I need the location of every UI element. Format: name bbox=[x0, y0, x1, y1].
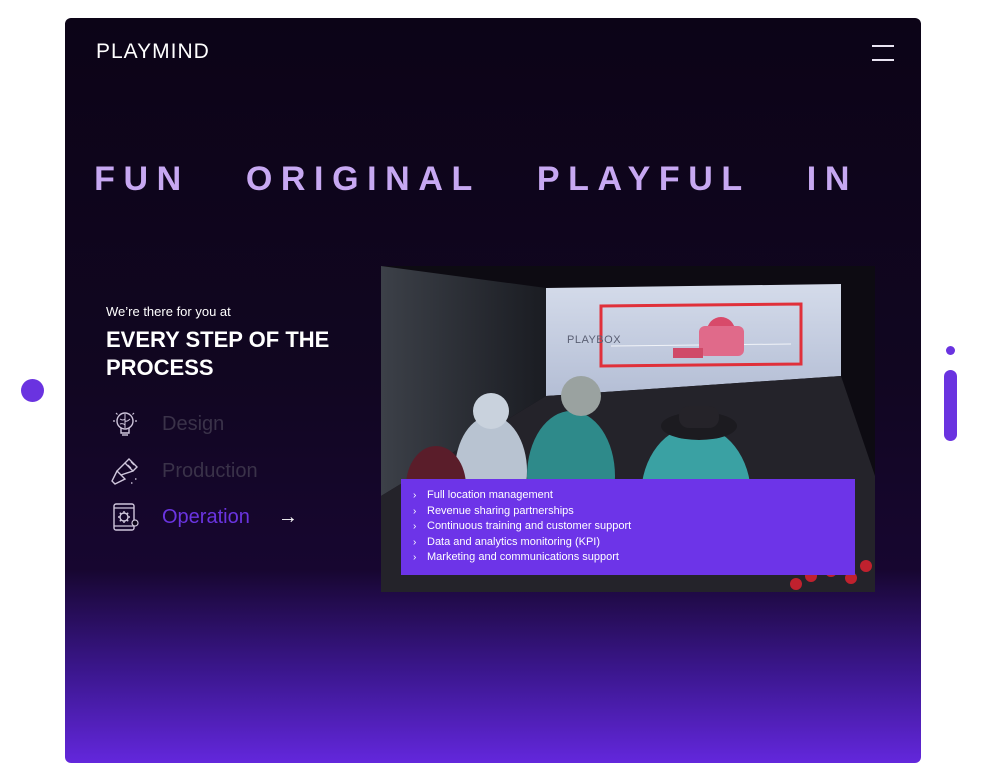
pagination-active-indicator[interactable] bbox=[944, 370, 957, 441]
playbox-photo: PLAYBOX › Full location management › Reven… bbox=[381, 266, 875, 592]
marquee-word: ORIGINAL bbox=[245, 160, 481, 198]
pagination-dot[interactable] bbox=[946, 346, 955, 355]
tablet-gear-icon bbox=[113, 503, 139, 531]
playbox-logo-text: PLAYBOX bbox=[567, 334, 622, 346]
process-heading: EVERY STEP OF THE PROCESS bbox=[106, 327, 330, 380]
hamburger-menu-icon[interactable] bbox=[872, 45, 894, 62]
step-label: Production bbox=[162, 459, 258, 482]
step-operation[interactable]: Operation → bbox=[109, 500, 319, 534]
marquee-word: FUN bbox=[94, 160, 190, 198]
service-item: › Revenue sharing partnerships bbox=[413, 504, 574, 517]
step-production[interactable]: Production bbox=[109, 454, 319, 488]
service-item: › Full location management bbox=[413, 489, 553, 501]
service-item: › Data and analytics monitoring (KPI) bbox=[413, 535, 601, 548]
step-label: Design bbox=[162, 412, 225, 435]
service-item: › Continuous training and customer suppor… bbox=[413, 520, 632, 532]
arrow-right-icon[interactable]: → bbox=[278, 506, 298, 529]
brain-bulb-icon bbox=[113, 412, 137, 436]
site-logo[interactable]: PLAYMIND bbox=[96, 40, 210, 64]
step-design[interactable]: Design bbox=[109, 407, 319, 441]
carousel-prev-dot[interactable] bbox=[21, 379, 44, 402]
hero-section: PLAYMIND G FUN ORIGINAL PLAYFUL IN We’re… bbox=[65, 18, 921, 763]
marquee-banner: G FUN ORIGINAL PLAYFUL IN bbox=[65, 160, 921, 204]
marquee-word: IN bbox=[806, 160, 858, 198]
services-box: › Full location management › Revenue shari… bbox=[401, 479, 855, 575]
service-item: › Marketing and communications support bbox=[413, 551, 619, 563]
marquee-word: PLAYFUL bbox=[536, 160, 751, 198]
step-label: Operation bbox=[162, 505, 250, 528]
process-intro-text: We’re there for you at bbox=[106, 304, 231, 319]
paint-brush-icon bbox=[111, 458, 138, 485]
